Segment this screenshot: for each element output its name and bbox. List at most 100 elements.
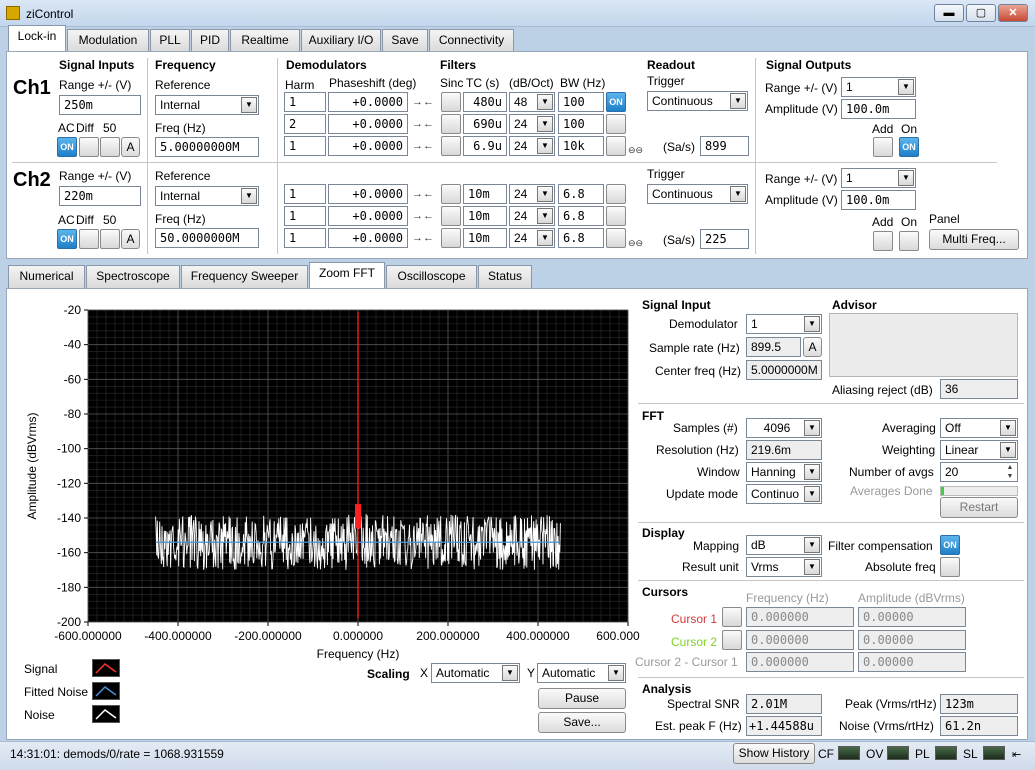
ch2-add-toggle[interactable] xyxy=(873,231,893,251)
ch2-trigger-select[interactable]: Continuous ▼ xyxy=(647,184,748,204)
ch1-rate-input[interactable]: 899 xyxy=(700,136,749,156)
scaling-x-select[interactable]: Automatic ▼ xyxy=(431,663,520,683)
ch1-demod3-order[interactable]: 24 ▼ xyxy=(509,136,555,156)
ch1-amplitude-input[interactable]: 100.0m xyxy=(841,99,916,119)
link-icon[interactable]: ⊖⊖ xyxy=(628,235,643,251)
ch2-range-input[interactable]: 220m xyxy=(59,186,141,206)
multi-freq-button[interactable]: Multi Freq... xyxy=(929,229,1019,250)
ch1-demod1-harm[interactable]: 1 xyxy=(284,92,326,112)
ch2-demod2-phase[interactable]: +0.0000 xyxy=(328,206,408,226)
ch1-out-range-select[interactable]: 1 ▼ xyxy=(841,77,916,97)
ch2-auto-range-button[interactable]: A xyxy=(121,229,140,249)
ch1-freq-input[interactable]: 5.00000000M xyxy=(155,137,259,157)
minimize-button[interactable]: ▬ xyxy=(934,4,964,22)
weighting-select[interactable]: Linear ▼ xyxy=(940,440,1018,460)
mapping-select[interactable]: dB ▼ xyxy=(746,535,822,555)
zero-phase-icon[interactable]: →← xyxy=(412,230,434,246)
pause-button[interactable]: Pause xyxy=(538,688,626,709)
link-icon[interactable]: ⊖⊖ xyxy=(628,142,643,158)
ch2-demod3-bw[interactable]: 6.8 xyxy=(558,228,604,248)
window-select[interactable]: Hanning ▼ xyxy=(746,462,822,482)
tab-pll[interactable]: PLL xyxy=(150,29,190,52)
ch2-demod3-enable[interactable] xyxy=(606,228,626,248)
cursor2-toggle[interactable] xyxy=(722,630,742,650)
ch1-demod2-bw[interactable]: 100 xyxy=(558,114,604,134)
zero-phase-icon[interactable]: →← xyxy=(412,186,434,202)
restart-button[interactable]: Restart xyxy=(940,497,1018,518)
zero-phase-icon[interactable]: →← xyxy=(412,116,434,132)
ch2-demod2-sinc[interactable] xyxy=(441,206,461,226)
ch2-demod1-tc[interactable]: 10m xyxy=(463,184,507,204)
ch1-demod3-phase[interactable]: +0.0000 xyxy=(328,136,408,156)
tab-frequency-sweeper[interactable]: Frequency Sweeper xyxy=(181,265,308,288)
tab-numerical[interactable]: Numerical xyxy=(8,265,85,288)
zero-phase-icon[interactable]: →← xyxy=(412,208,434,224)
ch1-demod3-enable[interactable] xyxy=(606,136,626,156)
absolute-freq-toggle[interactable] xyxy=(940,557,960,577)
ch2-ac-toggle[interactable]: ON xyxy=(57,229,77,249)
update-mode-select[interactable]: Continuo ▼ xyxy=(746,484,822,504)
tab-lock-in[interactable]: Lock-in xyxy=(8,25,66,51)
samples-select[interactable]: 4096 ▼ xyxy=(746,418,822,438)
ch1-demod1-sinc[interactable] xyxy=(441,92,461,112)
tab-realtime[interactable]: Realtime xyxy=(230,29,300,52)
ch2-output-on-toggle[interactable] xyxy=(899,231,919,251)
ch2-demod2-harm[interactable]: 1 xyxy=(284,206,326,226)
fft-chart[interactable]: -20 -40 -60 -80 -100 -120 -140 -160 -180 -200-600… xyxy=(20,298,640,666)
ch2-demod1-phase[interactable]: +0.0000 xyxy=(328,184,408,204)
ch2-reference-select[interactable]: Internal ▼ xyxy=(155,186,259,206)
ch1-demod2-harm[interactable]: 2 xyxy=(284,114,326,134)
save-button[interactable]: Save... xyxy=(538,712,626,733)
ch2-diff-toggle[interactable] xyxy=(79,229,99,249)
ch2-demod2-order[interactable]: 24 ▼ xyxy=(509,206,555,226)
ch1-add-toggle[interactable] xyxy=(873,137,893,157)
tab-spectroscope[interactable]: Spectroscope xyxy=(86,265,180,288)
ch2-demod3-phase[interactable]: +0.0000 xyxy=(328,228,408,248)
demodulator-select[interactable]: 1 ▼ xyxy=(746,314,822,334)
tab-zoom-fft[interactable]: Zoom FFT xyxy=(309,262,385,288)
ch1-demod1-order[interactable]: 48 ▼ xyxy=(509,92,555,112)
ch1-output-on-toggle[interactable]: ON xyxy=(899,137,919,157)
ch1-demod3-tc[interactable]: 6.9u xyxy=(463,136,507,156)
resize-grip-icon[interactable]: ⇤ xyxy=(1012,747,1021,763)
ch2-rate-input[interactable]: 225 xyxy=(700,229,749,249)
ch2-demod3-harm[interactable]: 1 xyxy=(284,228,326,248)
tab-save[interactable]: Save xyxy=(382,29,428,52)
ch1-range-input[interactable]: 250m xyxy=(59,95,141,115)
ch2-50ohm-toggle[interactable] xyxy=(100,229,120,249)
ch1-ac-toggle[interactable]: ON xyxy=(57,137,77,157)
ch2-demod3-tc[interactable]: 10m xyxy=(463,228,507,248)
sample-rate-auto-button[interactable]: A xyxy=(803,337,822,357)
tab-connectivity[interactable]: Connectivity xyxy=(429,29,514,52)
ch1-demod1-phase[interactable]: +0.0000 xyxy=(328,92,408,112)
ch2-amplitude-input[interactable]: 100.0m xyxy=(841,190,916,210)
ch1-50ohm-toggle[interactable] xyxy=(100,137,120,157)
ch2-demod2-tc[interactable]: 10m xyxy=(463,206,507,226)
result-unit-select[interactable]: Vrms ▼ xyxy=(746,557,822,577)
averaging-select[interactable]: Off ▼ xyxy=(940,418,1018,438)
ch2-demod3-order[interactable]: 24 ▼ xyxy=(509,228,555,248)
ch2-demod3-sinc[interactable] xyxy=(441,228,461,248)
tab-status[interactable]: Status xyxy=(478,265,532,288)
num-avgs-stepper-icon[interactable]: ▲ ▼ xyxy=(1003,463,1017,481)
filter-compensation-toggle[interactable]: ON xyxy=(940,535,960,555)
ch1-demod3-bw[interactable]: 10k xyxy=(558,136,604,156)
ch2-demod2-bw[interactable]: 6.8 xyxy=(558,206,604,226)
ch1-demod3-sinc[interactable] xyxy=(441,136,461,156)
ch1-demod3-harm[interactable]: 1 xyxy=(284,136,326,156)
ch2-demod2-enable[interactable] xyxy=(606,206,626,226)
zero-phase-icon[interactable]: →← xyxy=(412,94,434,110)
tab-pid[interactable]: PID xyxy=(191,29,229,52)
ch1-demod2-tc[interactable]: 690u xyxy=(463,114,507,134)
zero-phase-icon[interactable]: →← xyxy=(412,138,434,154)
ch1-demod2-order[interactable]: 24 ▼ xyxy=(509,114,555,134)
close-button[interactable]: ✕ xyxy=(998,4,1028,22)
ch1-demod2-phase[interactable]: +0.0000 xyxy=(328,114,408,134)
tab-modulation[interactable]: Modulation xyxy=(67,29,149,52)
ch1-demod1-tc[interactable]: 480u xyxy=(463,92,507,112)
ch2-demod1-harm[interactable]: 1 xyxy=(284,184,326,204)
ch2-demod1-enable[interactable] xyxy=(606,184,626,204)
ch1-auto-range-button[interactable]: A xyxy=(121,137,140,157)
ch1-demod1-enable[interactable]: ON xyxy=(606,92,626,112)
ch1-trigger-select[interactable]: Continuous ▼ xyxy=(647,91,748,111)
